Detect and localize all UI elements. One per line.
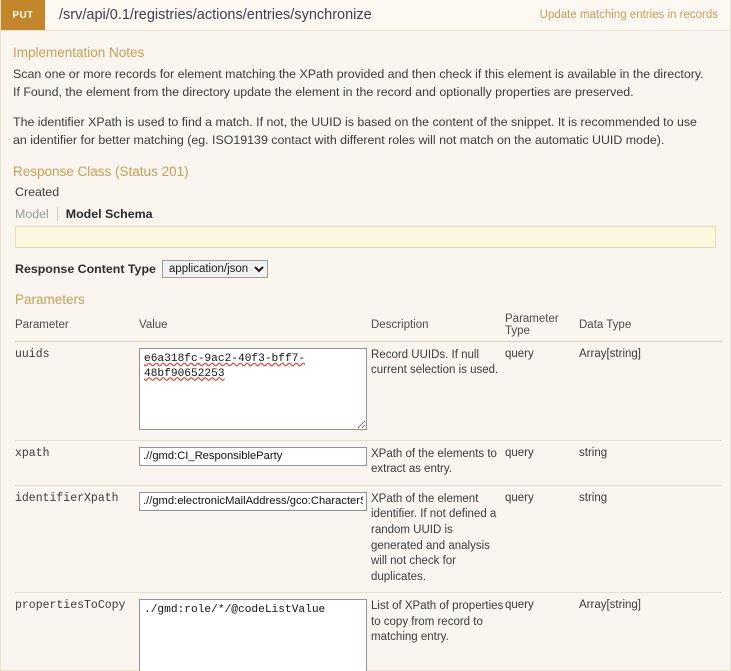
response-class-title: Response Class (Status 201) [13,163,189,179]
implementation-notes-paragraph-1: Scan one or more records for element mat… [13,67,704,99]
column-header-description: Description [371,310,505,342]
parameters-header-row: Parameter Value Description Parameter Ty… [15,310,722,342]
model-schema-box[interactable] [15,225,716,248]
implementation-notes-paragraph-2: The identifier XPath is used to find a m… [13,114,697,147]
identifier-xpath-input[interactable] [139,491,367,511]
column-header-data-type: Data Type [579,310,722,342]
data-type-uuids: Array[string] [579,341,722,441]
uuids-textarea[interactable]: e6a318fc-9ac2-40f3-bff7-48bf90652253 [139,347,367,430]
parameter-type-uuids: query [505,341,579,441]
parameter-type-xpath: query [505,440,579,486]
data-type-identifier-xpath: string [579,485,722,594]
response-content-type-label: Response Content Type [15,261,156,276]
parameters-table: Parameter Value Description Parameter Ty… [15,310,722,671]
response-content-type-row: Response Content Type application/json [15,259,718,278]
parameter-description-xpath: XPath of the elements to extract as entr… [371,440,505,486]
parameter-name-properties-to-copy: propertiesToCopy [15,592,139,671]
table-row: identifierXpath XPath of the element ide… [15,485,722,594]
response-content-type-select[interactable]: application/json [161,259,268,278]
parameter-description-uuids: Record UUIDs. If null current selection … [371,341,505,441]
parameter-description-properties-to-copy: List of XPath of properties to copy from… [371,592,505,671]
parameter-name-xpath: xpath [15,440,139,486]
tab-model-schema[interactable]: Model Schema [58,207,153,221]
parameter-name-identifier-xpath: identifierXpath [15,485,139,594]
model-tabs[interactable]: Model Model Schema [15,206,718,221]
operation-body: Implementation Notes Scan one or more re… [1,31,730,671]
parameter-value-cell-properties-to-copy: ./gmd:role/*/@codeListValue [139,592,371,671]
http-method-badge: PUT [1,0,45,30]
operation-summary: Update matching entries in records [539,9,718,21]
data-type-properties-to-copy: Array[string] [579,592,722,671]
parameter-type-properties-to-copy: query [505,592,579,671]
parameter-value-cell-xpath [139,440,371,486]
xpath-input[interactable] [139,446,367,466]
response-status-text: Created [15,184,60,199]
api-operation-panel: PUT /srv/api/0.1/registries/actions/entr… [0,0,731,671]
parameter-type-identifier-xpath: query [505,485,579,594]
properties-to-copy-textarea[interactable]: ./gmd:role/*/@codeListValue [139,599,367,671]
parameters-title: Parameters [15,291,85,307]
parameter-value-cell-uuids: e6a318fc-9ac2-40f3-bff7-48bf90652253 [139,341,371,441]
column-header-parameter-type: Parameter Type [505,310,579,342]
column-header-value: Value [139,310,371,342]
tab-model[interactable]: Model [15,206,58,221]
data-type-xpath: string [579,440,722,486]
table-row: propertiesToCopy ./gmd:role/*/@codeListV… [15,592,722,671]
parameter-value-cell-identifier-xpath [139,485,371,594]
table-row: xpath XPath of the elements to extract a… [15,440,722,486]
column-header-parameter: Parameter [15,310,139,342]
operation-header[interactable]: PUT /srv/api/0.1/registries/actions/entr… [1,0,730,31]
implementation-notes-title: Implementation Notes [13,45,145,60]
table-row: uuids e6a318fc-9ac2-40f3-bff7-48bf906522… [15,341,722,441]
endpoint-path[interactable]: /srv/api/0.1/registries/actions/entries/… [45,0,372,30]
parameter-description-identifier-xpath: XPath of the element identifier. If not … [371,485,505,594]
parameter-name-uuids: uuids [15,341,139,441]
